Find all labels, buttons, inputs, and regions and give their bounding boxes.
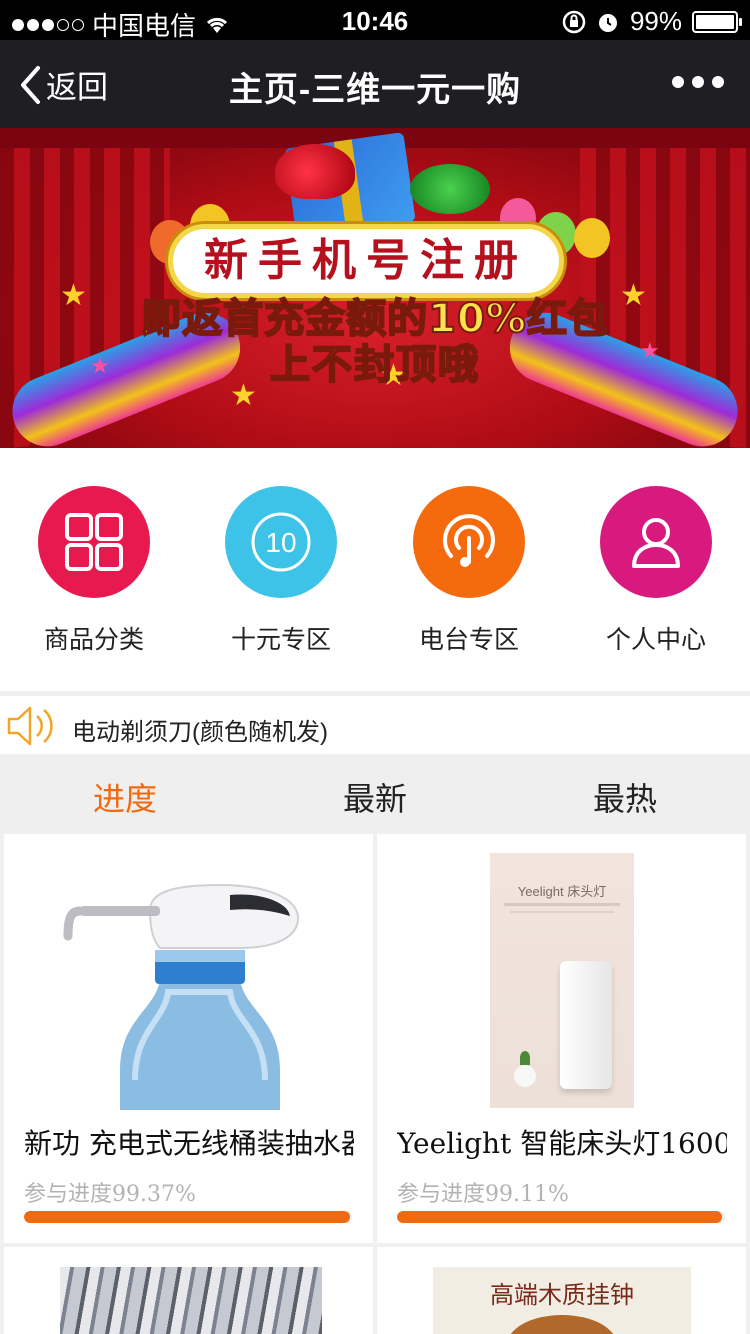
progress-bar [24, 1211, 352, 1223]
more-options-button[interactable] [672, 76, 724, 88]
progress-fill [24, 1211, 350, 1223]
menu-item-profile[interactable]: 个人中心 [586, 486, 726, 656]
banner-line3: 上不封顶哦 [269, 341, 480, 389]
user-icon [632, 518, 680, 568]
menu-label: 十元专区 [230, 626, 331, 654]
product-image: 高端木质挂钟 [433, 1267, 691, 1334]
menu-label: 商品分类 [43, 626, 144, 654]
page-title: 主页-三维一元一购 [228, 71, 522, 109]
product-image-title: Yeelight 床头灯 [517, 884, 607, 899]
product-card[interactable]: Yeelight 床头灯 Yeelight 智能床头灯1600万色 参与进度99… [377, 834, 746, 1243]
product-card[interactable] [4, 1247, 373, 1334]
menu-item-ten-yuan[interactable]: 10 十元专区 [211, 486, 351, 656]
promo-banner[interactable]: ★ ★ ★ ★ ★ ★ 新手机号注册 即返首充金额的10%红包 上不封顶哦 [0, 128, 750, 448]
product-progress-label: 参与进度99.37% [24, 1182, 196, 1207]
tab-progress[interactable]: 进度 [0, 774, 250, 820]
product-card[interactable]: 高端木质挂钟 [377, 1247, 746, 1334]
product-progress-label: 参与进度99.11% [397, 1182, 569, 1207]
sort-tabs: 进度 最新 最热 [0, 756, 750, 832]
product-image [63, 883, 300, 1110]
ten-icon: 10 [251, 512, 311, 572]
product-image [60, 1267, 322, 1334]
product-name: Yeelight 智能床头灯1600万色 [397, 1127, 727, 1160]
progress-bar [397, 1211, 725, 1223]
status-bar: 中国电信 10:46 99% [0, 0, 750, 41]
battery-percent: 99% [629, 6, 682, 36]
menu-item-categories[interactable]: 商品分类 [24, 486, 164, 656]
menu-item-radio[interactable]: 电台专区 [399, 486, 539, 656]
notice-text: 电动剃须刀(颜色随机发) [72, 719, 328, 746]
category-menu: 商品分类 10 十元专区 电台专区 个人中心 [0, 448, 750, 691]
speaker-icon [7, 706, 53, 746]
product-name: 新功 充电式无线桶装抽水器 [24, 1127, 354, 1160]
alarm-icon [598, 13, 617, 32]
rotation-lock-icon [562, 10, 586, 33]
product-card[interactable]: 新功 充电式无线桶装抽水器 参与进度99.37% [4, 834, 373, 1243]
tab-hottest[interactable]: 最热 [500, 774, 750, 820]
svg-text:10: 10 [265, 527, 296, 558]
product-image: Yeelight 床头灯 [490, 853, 634, 1108]
radio-icon [443, 514, 495, 567]
grid-icon [65, 513, 123, 571]
progress-fill [397, 1211, 723, 1223]
menu-label: 个人中心 [605, 626, 706, 654]
product-image-title: 高端木质挂钟 [490, 1281, 634, 1309]
nav-bar: 返回 主页-三维一元一购 [0, 40, 750, 128]
tab-newest[interactable]: 最新 [250, 774, 500, 820]
battery-icon [692, 10, 742, 33]
notice-bar[interactable]: 电动剃须刀(颜色随机发) [0, 696, 750, 754]
menu-label: 电台专区 [418, 626, 519, 654]
